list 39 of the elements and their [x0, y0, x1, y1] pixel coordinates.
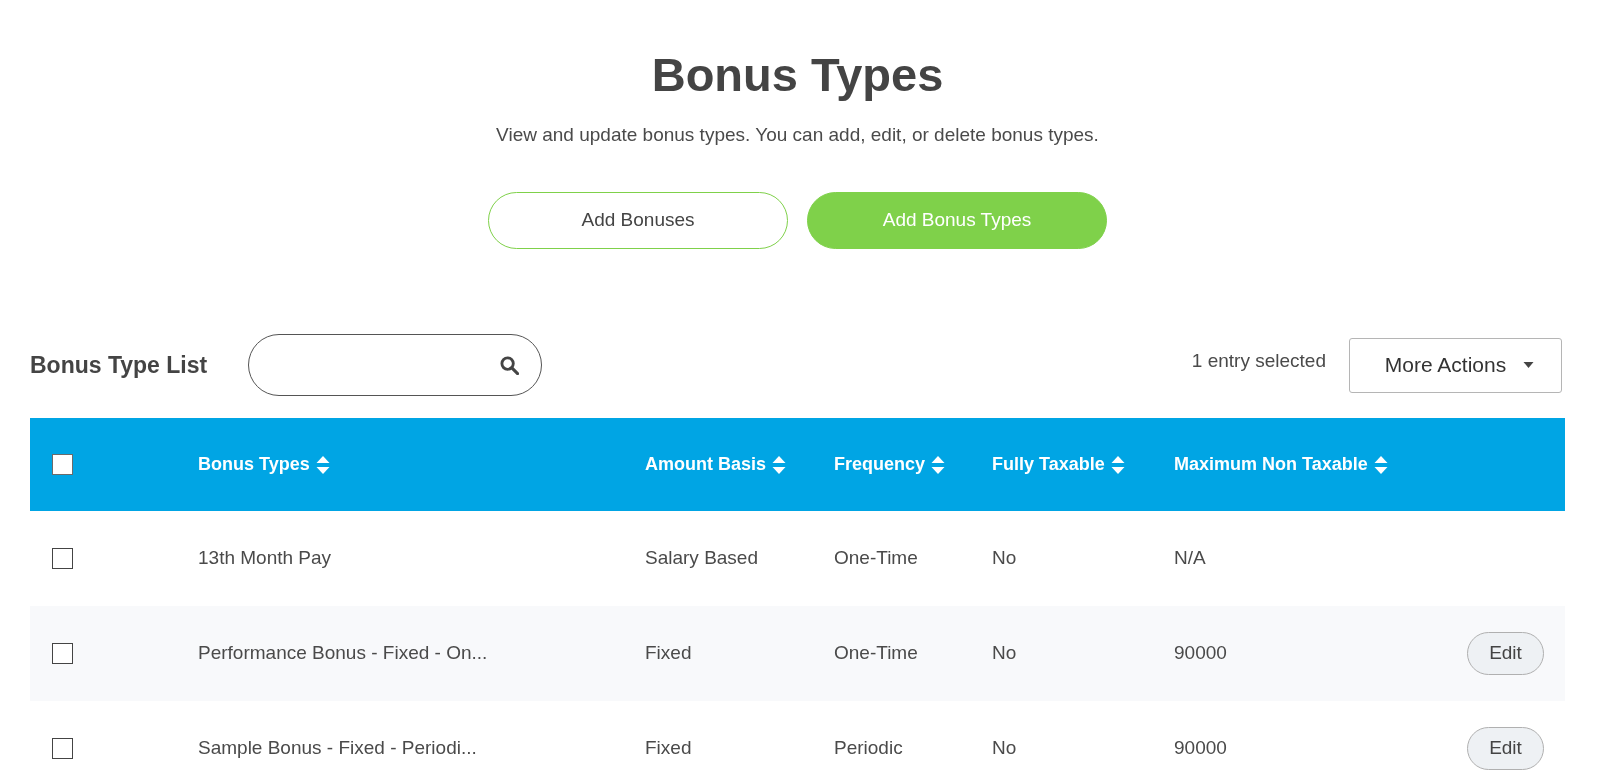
- table-cell-text: No: [992, 736, 1018, 761]
- table-cell-text: Periodic: [834, 736, 904, 761]
- table-cell-text: Fixed: [645, 736, 693, 761]
- table-cell-text: 90000: [1174, 736, 1228, 761]
- column-header[interactable]: Bonus Types: [198, 451, 310, 478]
- add-bonus-types-button[interactable]: Add Bonus Types: [807, 192, 1107, 249]
- column-header[interactable]: Amount Basis: [645, 451, 767, 478]
- selection-status: 1 entry selected: [1191, 348, 1326, 373]
- table-cell-text: One-Time: [834, 546, 919, 571]
- table-cell-text: 90000: [1174, 641, 1228, 666]
- more-actions-dropdown[interactable]: More Actions: [1349, 337, 1562, 393]
- checkbox[interactable]: [52, 454, 73, 475]
- edit-button[interactable]: Edit: [1467, 727, 1544, 770]
- checkbox[interactable]: [52, 643, 73, 664]
- column-header[interactable]: Fully Taxable: [992, 451, 1105, 478]
- search-icon[interactable]: [500, 355, 519, 375]
- table-cell-text: Fixed: [645, 641, 693, 666]
- table-cell-text: No: [992, 546, 1018, 571]
- checkbox[interactable]: [52, 738, 73, 759]
- table-cell-text: Salary Based: [645, 546, 759, 571]
- sort-icon[interactable]: [1110, 454, 1125, 475]
- column-header[interactable]: Maximum Non Taxable: [1174, 451, 1368, 478]
- sort-icon[interactable]: [931, 454, 946, 475]
- page-subtitle: View and update bonus types. You can add, edit, or delete bonus types.: [496, 123, 1099, 147]
- table-cell-text: N/A: [1174, 546, 1207, 571]
- table-cell-text: Sample Bonus - Fixed - Periodi...: [198, 736, 478, 761]
- column-header[interactable]: Frequency: [834, 451, 926, 478]
- edit-button[interactable]: Edit: [1467, 632, 1544, 675]
- sort-icon[interactable]: [1373, 454, 1388, 475]
- sort-icon[interactable]: [772, 454, 787, 475]
- sort-icon[interactable]: [315, 454, 330, 475]
- checkbox[interactable]: [52, 548, 73, 569]
- add-bonuses-button[interactable]: Add Bonuses: [488, 192, 788, 249]
- table-cell-text: Performance Bonus - Fixed - On...: [198, 641, 489, 666]
- caret-icon: [1523, 362, 1535, 368]
- table-cell-text: No: [992, 641, 1018, 666]
- list-title: Bonus Type List: [30, 350, 209, 380]
- table-cell-text: One-Time: [834, 641, 919, 666]
- table-cell-text: 13th Month Pay: [198, 546, 333, 571]
